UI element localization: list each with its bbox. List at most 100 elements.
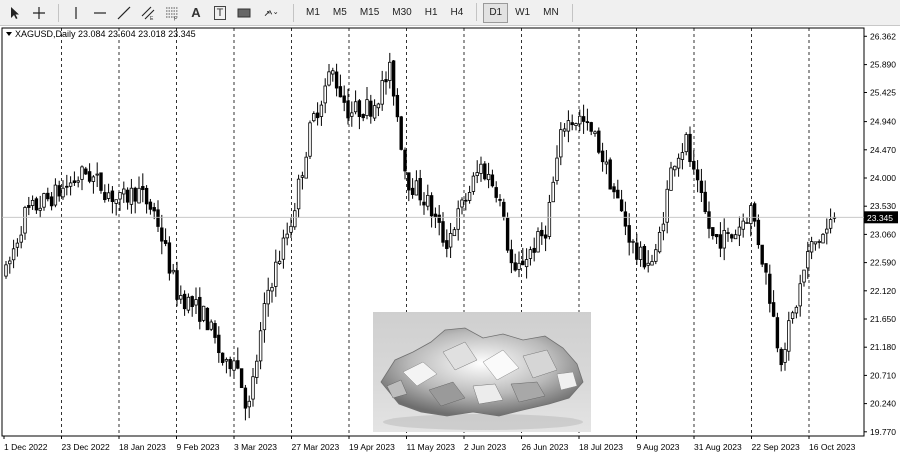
candle-body: [270, 287, 274, 292]
x-tick-label: 31 Aug 2023: [694, 442, 742, 452]
candle-body: [247, 400, 251, 408]
x-tick-label: 22 Sep 2023: [752, 442, 800, 452]
timeframe-m15[interactable]: M15: [354, 3, 385, 23]
candle-body: [524, 259, 529, 268]
candle-body: [464, 199, 468, 202]
x-tick-label: 27 Mar 2023: [292, 442, 340, 452]
candle-body: [479, 163, 483, 174]
y-tick-label: 26.362: [870, 31, 896, 41]
candle-body: [483, 163, 487, 180]
timeframe-m1[interactable]: M1: [300, 3, 326, 23]
timeframe-d1[interactable]: D1: [483, 2, 509, 23]
shapes-icon[interactable]: [233, 3, 255, 23]
candle-body: [574, 123, 578, 126]
timeframe-m30[interactable]: M30: [386, 3, 417, 23]
candle-body: [828, 219, 833, 229]
toolbar-divider: [293, 3, 294, 22]
candle-body: [220, 352, 225, 363]
candle-body: [42, 193, 46, 208]
y-tick-label: 19.770: [870, 427, 896, 437]
candle-body: [15, 242, 20, 248]
candle-body: [737, 226, 742, 236]
candle-body: [175, 270, 179, 300]
candle-body: [277, 260, 282, 264]
x-tick-label: 2 Jun 2023: [464, 442, 506, 452]
candle-body: [274, 261, 278, 287]
candle-body: [718, 234, 723, 249]
candle-body: [638, 246, 643, 260]
cursor-icon[interactable]: [4, 3, 26, 23]
x-tick-label: 16 Oct 2023: [809, 442, 856, 452]
candle-body: [802, 269, 806, 283]
candle-body: [688, 133, 692, 163]
candle-body: [794, 306, 799, 314]
crosshair-icon[interactable]: [28, 3, 50, 23]
candle-body: [156, 209, 160, 227]
candle-body: [623, 211, 628, 227]
text-label-icon[interactable]: T: [209, 3, 231, 23]
candle-body: [775, 317, 780, 349]
text-icon-glyph: A: [191, 5, 201, 20]
text-icon[interactable]: A: [185, 3, 207, 23]
fibonacci-icon[interactable]: F: [161, 3, 183, 23]
candle-body: [327, 71, 331, 86]
candle-body: [262, 303, 267, 331]
candle-body: [8, 260, 12, 265]
timeframe-m5[interactable]: M5: [327, 3, 353, 23]
y-tick-label: 24.940: [870, 117, 896, 127]
equidistant-channel-icon[interactable]: E: [137, 3, 159, 23]
candle-body: [410, 187, 415, 195]
trendline-icon[interactable]: [113, 3, 135, 23]
candle-body: [418, 178, 422, 201]
candle-body: [654, 249, 658, 262]
candle-body: [357, 100, 362, 118]
candle-body: [34, 198, 39, 211]
y-tick-label: 22.120: [870, 286, 896, 296]
candle-body: [110, 190, 115, 202]
candle-body: [600, 150, 605, 163]
candle-body: [486, 173, 491, 181]
timeframe-w1[interactable]: W1: [509, 3, 536, 23]
candle-body: [308, 122, 312, 157]
timeframe-mn[interactable]: MN: [537, 3, 565, 23]
timeframe-h4[interactable]: H4: [445, 3, 470, 23]
candle-body: [680, 152, 685, 160]
candle-body: [692, 161, 696, 170]
candle-body: [160, 227, 164, 242]
candle-body: [399, 116, 403, 150]
candle-body: [642, 245, 647, 268]
candle-body: [441, 221, 445, 243]
candle-body: [80, 166, 84, 180]
candle-body: [338, 86, 343, 98]
candle-body: [133, 187, 137, 202]
dropdown-triangle-icon[interactable]: [6, 32, 12, 36]
horizontal-line-icon[interactable]: [89, 3, 111, 23]
candle-body: [372, 105, 377, 119]
candle-body: [505, 217, 510, 251]
candle-body: [809, 241, 814, 253]
candle-body: [597, 130, 601, 153]
timeframe-h1[interactable]: H1: [419, 3, 444, 23]
y-tick-label: 20.240: [870, 399, 896, 409]
candle-body: [19, 234, 23, 243]
candle-body: [714, 234, 719, 238]
candle-body: [224, 359, 229, 362]
candle-body: [209, 321, 213, 330]
vertical-line-icon[interactable]: [65, 3, 87, 23]
x-tick-label: 19 Apr 2023: [349, 442, 395, 452]
candle-body: [319, 104, 324, 117]
candle-body: [293, 210, 297, 228]
candle-body: [452, 229, 457, 237]
candle-body: [521, 260, 525, 266]
arrows-icon[interactable]: [257, 3, 285, 23]
candle-body: [99, 172, 103, 191]
candle-body: [118, 192, 122, 200]
candle-body: [730, 234, 734, 239]
candle-body: [312, 113, 316, 122]
candle-body: [304, 156, 308, 179]
candle-body: [578, 115, 582, 125]
candle-body: [201, 305, 206, 321]
candle-body: [296, 178, 301, 210]
candle-body: [433, 213, 438, 218]
chart-area[interactable]: 1 Dec 2022 23 Dec 2022 18 Jan 2023 9 Feb 20…: [0, 26, 900, 458]
